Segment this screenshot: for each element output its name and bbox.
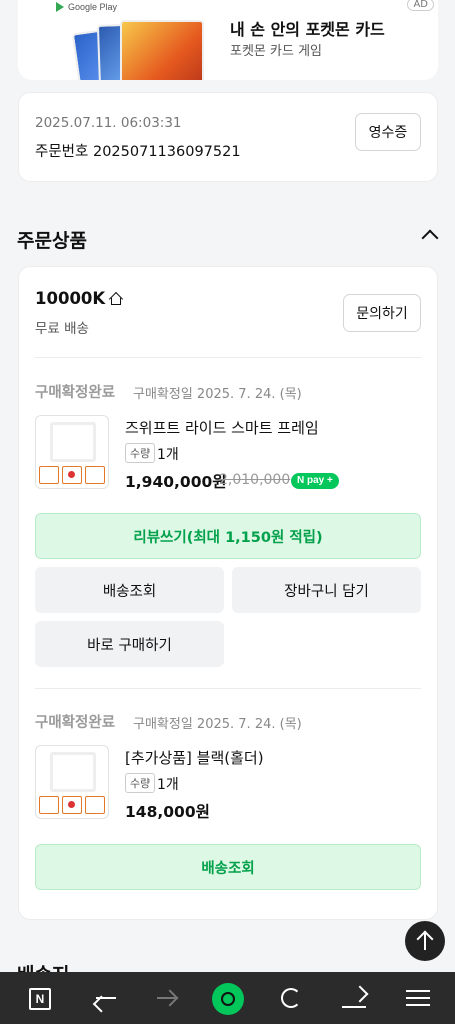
pokemon-cards-image	[71, 14, 216, 80]
green-dot-button[interactable]	[196, 972, 260, 1024]
arrow-right-icon	[157, 997, 177, 999]
receipt-button[interactable]: 영수증	[355, 113, 421, 151]
add-to-cart-button[interactable]: 장바구니 담기	[232, 567, 421, 613]
ad-subtitle: 포켓몬 카드 게임	[230, 44, 322, 59]
ad-title: 내 손 안의 포켓몬 카드	[230, 20, 385, 39]
naver-n-icon: N	[29, 988, 51, 1010]
arrow-left-icon	[96, 997, 116, 999]
naver-home-button[interactable]: N	[4, 972, 68, 1024]
refresh-icon	[281, 988, 301, 1008]
home-icon	[109, 291, 124, 307]
quantity-value: 1개	[157, 447, 179, 463]
divider	[35, 688, 421, 689]
order-datetime: 2025.07.11. 06:03:31	[35, 115, 182, 131]
google-play-badge: Google Play	[56, 0, 117, 14]
green-dot-icon	[212, 983, 244, 1015]
order-info-card: 2025.07.11. 06:03:31 주문번호 20250711360975…	[18, 92, 438, 182]
google-play-icon	[56, 2, 64, 12]
track-delivery-button[interactable]: 배송조회	[35, 567, 224, 613]
quantity-label: 수량	[125, 773, 156, 793]
product-name[interactable]: [추가상품] 블랙(홀더)	[125, 747, 264, 768]
store-name-label: 10000K	[35, 289, 106, 308]
product-thumbnail[interactable]	[35, 415, 109, 489]
product-thumbnail[interactable]	[35, 745, 109, 819]
ad-banner[interactable]: Google Play 내 손 안의 포켓몬 카드 포켓몬 카드 게임 AD	[18, 0, 438, 80]
divider	[35, 357, 421, 358]
bottom-navigation-bar: N	[0, 972, 455, 1024]
item-status-date: 구매확정일 2025. 7. 24. (목)	[133, 717, 302, 732]
share-button[interactable]	[322, 972, 386, 1024]
track-delivery-button[interactable]: 배송조회	[35, 844, 421, 890]
quantity-value: 1개	[157, 777, 179, 793]
google-play-label: Google Play	[68, 2, 118, 12]
original-price: 2,010,000	[219, 472, 291, 488]
item-status: 구매확정완료	[35, 715, 116, 731]
buy-now-button[interactable]: 바로 구매하기	[35, 621, 224, 667]
product-name[interactable]: 즈위프트 라이드 스마트 프레임	[125, 417, 319, 438]
inquiry-button[interactable]: 문의하기	[343, 294, 421, 332]
forward-button[interactable]	[133, 972, 197, 1024]
product-price: 148,000원	[125, 803, 210, 821]
order-number: 주문번호 2025071136097521	[35, 144, 241, 160]
refresh-button[interactable]	[259, 972, 323, 1024]
card-image	[120, 20, 204, 80]
item-status-date: 구매확정일 2025. 7. 24. (목)	[133, 387, 302, 402]
store-name[interactable]: 10000K	[35, 289, 124, 308]
chevron-up-icon[interactable]	[421, 229, 439, 247]
menu-button[interactable]	[386, 972, 450, 1024]
section-title-ordered-items: 주문상품	[17, 230, 87, 252]
write-review-button[interactable]: 리뷰쓰기(최대 1,150원 적립)	[35, 513, 421, 559]
share-icon	[342, 988, 366, 1008]
product-price: 1,940,000원	[125, 473, 227, 491]
item-status: 구매확정완료	[35, 385, 116, 401]
ordered-products-card: 10000K 무료 배송 문의하기 구매확정완료 구매확정일 2025. 7. …	[18, 266, 438, 920]
shipping-info: 무료 배송	[35, 321, 89, 337]
back-button[interactable]	[70, 972, 134, 1024]
scroll-to-top-button[interactable]	[405, 921, 445, 961]
quantity-label: 수량	[125, 443, 156, 463]
npay-plus-badge: N pay +	[291, 473, 339, 489]
ad-badge[interactable]: AD	[407, 0, 434, 11]
menu-icon	[406, 990, 430, 1006]
